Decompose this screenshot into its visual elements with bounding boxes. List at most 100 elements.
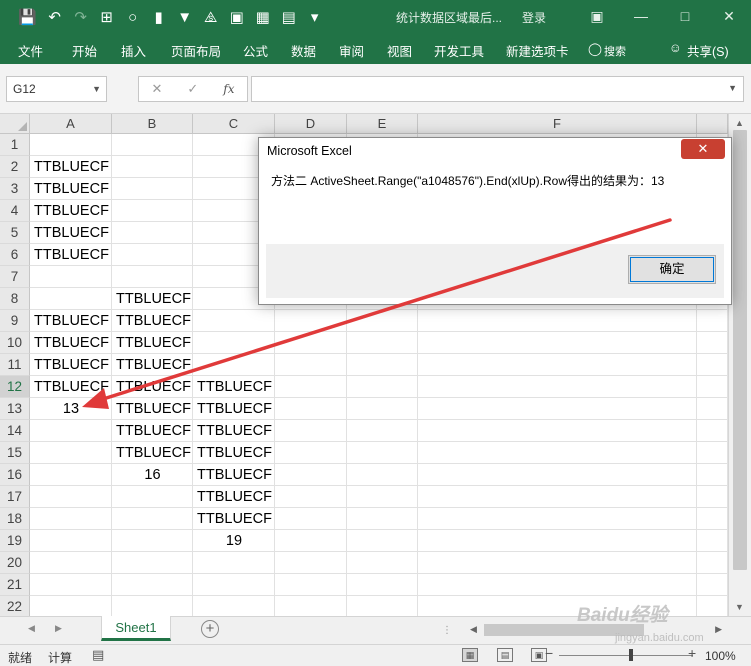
normal-view-icon[interactable]: ▦ [462, 648, 478, 662]
scroll-thumb[interactable] [733, 130, 747, 570]
row-header-8[interactable]: 8 [0, 288, 30, 310]
column-header-f[interactable]: F [418, 114, 697, 134]
row-header-3[interactable]: 3 [0, 178, 30, 200]
column-header-a[interactable]: A [30, 114, 112, 134]
clear-filter-icon[interactable]: ⧌ [203, 9, 219, 27]
tell-me-search[interactable]: 搜索 [604, 43, 626, 59]
cell-b11[interactable]: TTBLUECF [112, 354, 193, 376]
cell-b16[interactable]: 16 [112, 464, 193, 486]
cancel-icon[interactable]: ✕ [151, 81, 162, 97]
tab-developer[interactable]: 开发工具 [434, 41, 484, 60]
ribbon-display-icon[interactable]: ▣ [575, 0, 619, 32]
cell-a5[interactable]: TTBLUECF [30, 222, 112, 244]
tab-home[interactable]: 开始 [72, 41, 97, 60]
login-link[interactable]: 登录 [522, 9, 546, 26]
cell-a13[interactable]: 13 [30, 398, 112, 420]
cell-c19[interactable]: 19 [193, 530, 275, 552]
cell-b14[interactable]: TTBLUECF [112, 420, 193, 442]
row-header-1[interactable]: 1 [0, 134, 30, 156]
cell-c17[interactable]: TTBLUECF [193, 486, 275, 508]
sheet-tab-sheet1[interactable]: Sheet1 [101, 616, 171, 641]
cell-a3[interactable]: TTBLUECF [30, 178, 112, 200]
tab-page-layout[interactable]: 页面布局 [171, 41, 221, 60]
tab-insert[interactable]: 插入 [121, 41, 146, 60]
row-header-17[interactable]: 17 [0, 486, 30, 508]
enter-check-icon[interactable]: ✓ [187, 81, 198, 97]
cell-a2[interactable]: TTBLUECF [30, 156, 112, 178]
maximize-icon[interactable]: □ [663, 0, 707, 32]
zoom-slider-thumb[interactable] [629, 649, 633, 661]
cell-c12[interactable]: TTBLUECF [193, 376, 275, 398]
cell-a4[interactable]: TTBLUECF [30, 200, 112, 222]
cell-a10[interactable]: TTBLUECF [30, 332, 112, 354]
row-header-10[interactable]: 10 [0, 332, 30, 354]
column-header-b[interactable]: B [112, 114, 193, 134]
tab-split-handle[interactable]: ⋮ [442, 625, 453, 636]
cell-b9[interactable]: TTBLUECF [112, 310, 193, 332]
share-button[interactable]: 共享(S) [687, 41, 729, 60]
cell-b10[interactable]: TTBLUECF [112, 332, 193, 354]
scroll-up-icon[interactable]: ▲ [735, 118, 744, 128]
undo-icon[interactable]: ↶ [47, 9, 63, 27]
borders-icon[interactable]: ⊞ [99, 9, 115, 27]
scroll-left-icon[interactable]: ◀ [470, 624, 477, 635]
column-header-e[interactable]: E [347, 114, 418, 134]
close-icon[interactable]: ✕ [707, 0, 751, 32]
row-header-19[interactable]: 19 [0, 530, 30, 552]
column-header-g[interactable] [697, 114, 728, 134]
zoom-out-icon[interactable]: − [545, 645, 553, 661]
cell-c18[interactable]: TTBLUECF [193, 508, 275, 530]
cell-b8[interactable]: TTBLUECF [112, 288, 193, 310]
cell-a6[interactable]: TTBLUECF [30, 244, 112, 266]
row-header-6[interactable]: 6 [0, 244, 30, 266]
status-calc[interactable]: 计算 [48, 649, 72, 666]
cell-c16[interactable]: TTBLUECF [193, 464, 275, 486]
cell-a12[interactable]: TTBLUECF [30, 376, 112, 398]
zoom-slider-track[interactable] [559, 655, 693, 656]
row-header-13[interactable]: 13 [0, 398, 30, 420]
cell-c14[interactable]: TTBLUECF [193, 420, 275, 442]
customize-qat-icon[interactable]: ▾ [307, 9, 323, 27]
chevron-down-icon[interactable]: ▼ [92, 77, 101, 101]
cell-b13[interactable]: TTBLUECF [112, 398, 193, 420]
save-icon[interactable]: 💾 [18, 9, 37, 27]
column-header-c[interactable]: C [193, 114, 275, 134]
prev-sheet-icon[interactable]: ◀ [28, 623, 35, 634]
insert-function-icon[interactable]: fx [223, 82, 234, 96]
tab-file[interactable]: 文件 [18, 41, 43, 60]
tab-new[interactable]: 新建选项卡 [506, 41, 569, 60]
row-header-22[interactable]: 22 [0, 596, 30, 616]
formula-input[interactable]: ▼ [251, 76, 744, 102]
cell-b12[interactable]: TTBLUECF [112, 376, 193, 398]
table-grid-icon[interactable]: ▦ [255, 9, 271, 27]
row-header-18[interactable]: 18 [0, 508, 30, 530]
zoom-level[interactable]: 100% [705, 649, 736, 663]
camera-icon[interactable]: ▣ [229, 9, 245, 27]
row-header-4[interactable]: 4 [0, 200, 30, 222]
zoom-in-icon[interactable]: + [688, 645, 696, 661]
circle-shape-icon[interactable]: ○ [125, 9, 141, 27]
next-sheet-icon[interactable]: ▶ [55, 623, 62, 634]
ok-button[interactable]: 确定 [628, 255, 716, 284]
cell-c13[interactable]: TTBLUECF [193, 398, 275, 420]
row-header-12[interactable]: 12 [0, 376, 30, 398]
row-header-2[interactable]: 2 [0, 156, 30, 178]
page-layout-view-icon[interactable]: ▤ [497, 648, 513, 662]
row-header-9[interactable]: 9 [0, 310, 30, 332]
minimize-icon[interactable]: — [619, 0, 663, 32]
row-header-5[interactable]: 5 [0, 222, 30, 244]
row-header-16[interactable]: 16 [0, 464, 30, 486]
filter-split-icon[interactable]: ▮ [151, 9, 167, 27]
redo-icon[interactable]: ↷ [73, 9, 89, 27]
expand-formula-icon[interactable]: ▼ [728, 83, 737, 93]
tab-review[interactable]: 审阅 [339, 41, 364, 60]
row-header-21[interactable]: 21 [0, 574, 30, 596]
dialog-close-icon[interactable]: ✕ [681, 139, 725, 159]
cell-a11[interactable]: TTBLUECF [30, 354, 112, 376]
name-box[interactable]: G12 ▼ [6, 76, 107, 102]
tab-formulas[interactable]: 公式 [243, 41, 268, 60]
scroll-down-icon[interactable]: ▼ [735, 602, 744, 612]
add-sheet-icon[interactable]: + [201, 620, 219, 638]
row-header-15[interactable]: 15 [0, 442, 30, 464]
cell-a9[interactable]: TTBLUECF [30, 310, 112, 332]
